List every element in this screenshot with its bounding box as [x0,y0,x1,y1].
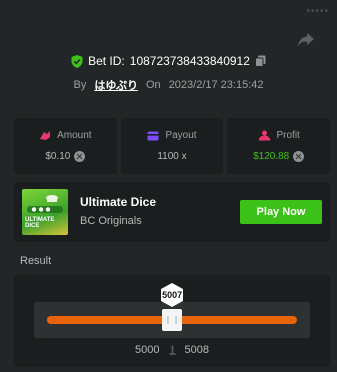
bet-id-row: Bet ID: 108723738433840912 [0,54,337,68]
on-label: On [146,79,161,91]
bet-id-label: Bet ID: [88,54,125,68]
result-panel: 5007 5000 5008 [14,275,330,367]
slider-handle[interactable] [162,309,183,331]
copy-icon[interactable] [254,55,266,67]
money-bag-icon [40,131,51,140]
stat-profit: Profit $120.88 [227,118,331,174]
profit-icon [258,130,270,141]
stat-payout-value: 1100 x [157,151,187,162]
stat-payout: Payout 1100 x [120,118,224,174]
slider-track: 5007 [47,283,297,331]
range-max: 5008 [184,344,209,356]
range-separator-icon [169,345,175,355]
result-range: 5000 5008 [14,344,330,356]
slider-fill [47,316,173,324]
coin-icon [293,151,305,162]
verified-shield-icon [71,54,83,68]
wallet-icon [147,131,159,140]
play-now-button[interactable]: Play Now [240,200,322,224]
thumbnail-logo-text: ULTIMATE DICE [25,217,55,229]
username-link[interactable]: はゆぷり [94,77,138,93]
share-icon[interactable] [297,32,315,48]
stat-amount: Amount $0.10 [14,118,117,174]
stat-payout-label: Payout [165,130,197,141]
grip-icon [167,316,178,324]
result-slider: 5007 [34,283,310,338]
stat-amount-label: Amount [57,130,92,141]
game-card: ULTIMATE DICE Ultimate Dice BC Originals… [14,182,330,242]
top-right-menu[interactable]: ••••• [306,6,329,17]
coin-icon [74,151,86,162]
range-min: 5000 [135,344,160,356]
bet-stats: Amount $0.10 Payout 1100 x Profit $120.8… [14,118,331,174]
game-thumbnail[interactable]: ULTIMATE DICE [22,189,68,235]
bet-author-row: By はゆぷり On 2023/2/17 23:15:42 [0,77,337,93]
stat-amount-value: $0.10 [45,151,71,162]
result-value: 5007 [162,290,183,300]
bet-id-value: 108723738433840912 [129,54,250,68]
stat-profit-value: $120.88 [253,151,290,162]
result-marker: 5007 [159,282,185,308]
result-heading: Result [20,255,52,267]
stat-profit-label: Profit [276,130,300,141]
game-provider: BC Originals [80,215,142,227]
by-label: By [73,79,87,91]
bet-timestamp: 2023/2/17 23:15:42 [168,79,264,91]
game-title: Ultimate Dice [80,195,157,209]
